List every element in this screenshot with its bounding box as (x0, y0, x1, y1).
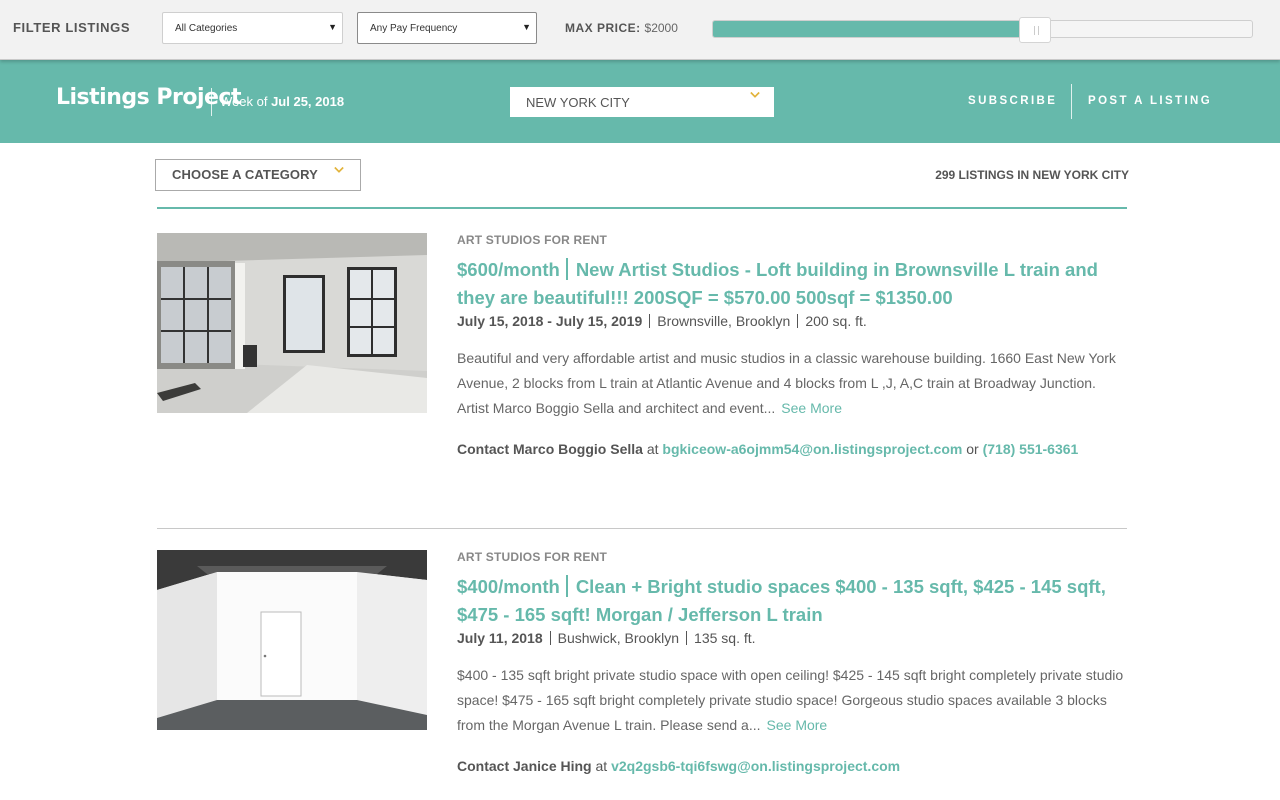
nav-divider (1071, 84, 1072, 119)
price-slider-fill (713, 21, 1036, 37)
subscribe-link[interactable]: SUBSCRIBE (968, 95, 1057, 107)
contact-email-link[interactable]: bgkiceow-a6ojmm54@on.listingsproject.com (662, 441, 962, 457)
max-price-value: $2000 (644, 21, 678, 35)
divider (157, 207, 1127, 209)
week-of: Week of Jul 25, 2018 (220, 94, 345, 109)
filter-bar: FILTER LISTINGS All Categories ▼ Any Pay… (0, 0, 1280, 60)
listing-dates: July 11, 2018 (457, 630, 543, 646)
listing-body: ART STUDIOS FOR RENT $400/month Clean + B… (457, 550, 1127, 779)
chevron-down-icon (334, 166, 344, 173)
listing-location: Brownsville, Brooklyn (657, 313, 791, 329)
max-price-label: MAX PRICE: $2000 (565, 21, 678, 35)
filter-title: FILTER LISTINGS (13, 20, 131, 35)
listing-body: ART STUDIOS FOR RENT $600/month New Artis… (457, 233, 1127, 462)
listing-category: ART STUDIOS FOR RENT (457, 233, 607, 247)
see-more-link[interactable]: See More (767, 717, 828, 733)
listing-category: ART STUDIOS FOR RENT (457, 550, 607, 564)
site-header: Listings Project Week of Jul 25, 2018 NE… (0, 60, 1280, 143)
listing-price: $400/month (457, 576, 560, 597)
listing-photo[interactable] (157, 233, 427, 413)
listing-dates: July 15, 2018 - July 15, 2019 (457, 313, 643, 329)
city-select[interactable]: NEW YORK CITY (510, 87, 774, 117)
category-filter-select[interactable]: All Categories ▼ (162, 12, 343, 44)
contact-name: Janice Hing (513, 758, 592, 774)
listing-contact: Contact Janice Hing at v2q2gsb6-tqi6fswg… (457, 758, 901, 774)
dropdown-arrow-icon: ▼ (522, 22, 531, 32)
city-value: NEW YORK CITY (526, 95, 630, 110)
dropdown-arrow-icon: ▼ (328, 22, 337, 32)
post-listing-link[interactable]: POST A LISTING (1088, 95, 1212, 107)
listing-price: $600/month (457, 259, 560, 280)
listing-count: 299 LISTINGS IN NEW YORK CITY (935, 168, 1129, 182)
choose-category-button[interactable]: CHOOSE A CATEGORY (155, 159, 361, 191)
logo-divider (211, 88, 212, 116)
listing-meta: July 11, 2018 Bushwick, Brooklyn 135 sq. f… (457, 630, 1127, 646)
title-divider (565, 258, 568, 280)
listing-location: Bushwick, Brooklyn (557, 630, 680, 646)
listing-photo[interactable] (157, 550, 427, 730)
contact-email-link[interactable]: v2q2gsb6-tqi6fswg@on.listingsproject.com (611, 758, 900, 774)
category-filter-value: All Categories (175, 23, 238, 34)
see-more-link[interactable]: See More (781, 400, 842, 416)
listing-title[interactable]: $400/month Clean + Bright studio spaces $… (457, 573, 1127, 629)
listing-description: $400 - 135 sqft bright private studio sp… (457, 667, 1124, 733)
price-slider[interactable] (712, 17, 1253, 43)
week-date: Jul 25, 2018 (271, 94, 345, 109)
contact-name: Marco Boggio Sella (513, 441, 643, 457)
listing-size: 135 sq. ft. (694, 630, 756, 646)
listing-title[interactable]: $600/month New Artist Studios - Loft buil… (457, 256, 1127, 312)
chevron-down-icon (750, 91, 760, 98)
listing-description: Beautiful and very affordable artist and… (457, 350, 1116, 416)
pay-frequency-select[interactable]: Any Pay Frequency ▼ (357, 12, 537, 44)
logo[interactable]: Listings Project (56, 85, 241, 110)
pay-frequency-value: Any Pay Frequency (370, 23, 458, 34)
listing-meta: July 15, 2018 - July 15, 2019 Brownsville… (457, 313, 1127, 329)
listing-size: 200 sq. ft. (805, 313, 867, 329)
divider (157, 528, 1127, 529)
contact-phone-link[interactable]: (718) 551-6361 (983, 441, 1079, 457)
listing-contact: Contact Marco Boggio Sella at bgkiceow-a… (457, 441, 1079, 457)
title-divider (565, 575, 568, 597)
price-slider-handle[interactable] (1019, 17, 1051, 43)
